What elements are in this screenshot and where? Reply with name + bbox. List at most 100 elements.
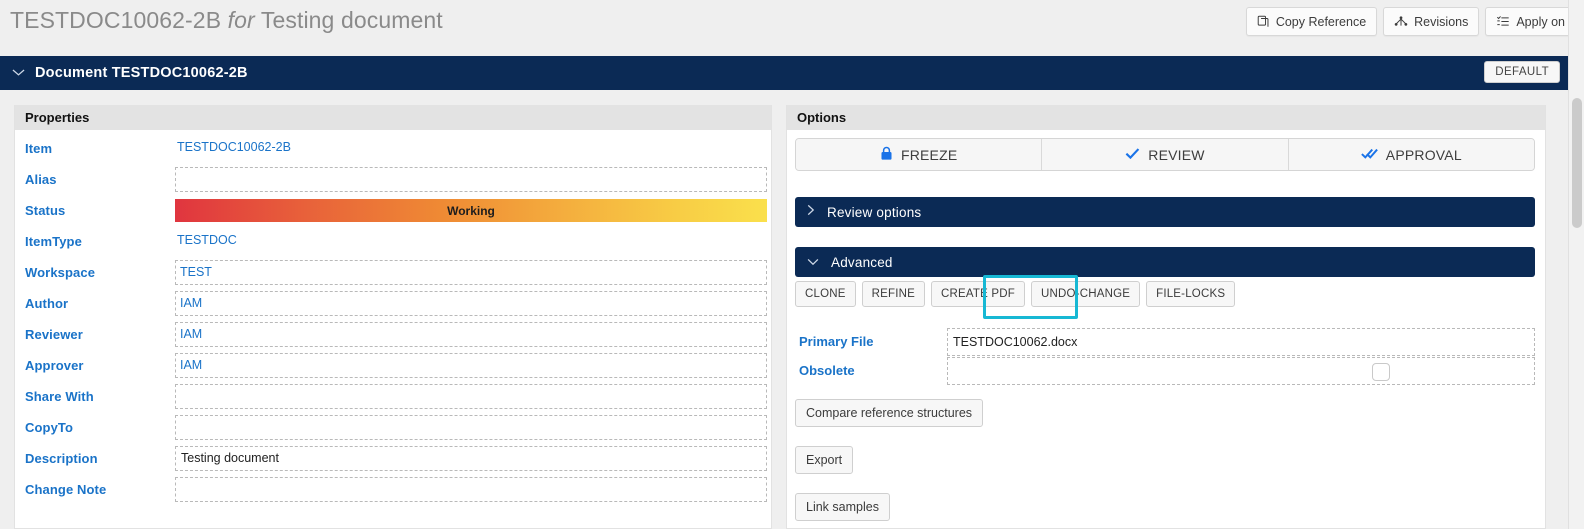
property-value: Testing document	[181, 451, 279, 465]
export-button[interactable]: Export	[795, 446, 854, 474]
advanced-row-obsolete: Obsolete	[795, 357, 1535, 386]
status-value: Working	[447, 203, 495, 218]
freeze-button[interactable]: FREEZE	[796, 139, 1042, 170]
property-value-field[interactable]	[175, 477, 767, 502]
property-value: TEST	[180, 265, 212, 279]
property-row-reviewer: Reviewer IAM	[15, 320, 771, 350]
primary-file-value: TESTDOC10062.docx	[953, 335, 1078, 349]
copy-reference-label: Copy Reference	[1275, 14, 1367, 29]
freeze-label: FREEZE	[900, 146, 958, 163]
revisions-label: Revisions	[1414, 14, 1469, 29]
property-label: Description	[25, 451, 98, 466]
properties-panel: Properties Item TESTDOC10062-2B Alias St…	[14, 105, 772, 529]
clone-button[interactable]: CLONE	[795, 281, 856, 307]
workflow-segment-group: FREEZE REVIEW APPROVAL	[795, 138, 1535, 171]
property-row-author: Author IAM	[15, 289, 771, 319]
property-value: TESTDOC10062-2B	[177, 140, 291, 154]
property-value-field[interactable]: Working	[175, 198, 767, 223]
approval-label: APPROVAL	[1385, 146, 1462, 163]
default-badge[interactable]: DEFAULT	[1484, 61, 1560, 83]
property-row-share-with: Share With	[15, 382, 771, 412]
property-label: Approver	[25, 358, 84, 373]
check-icon	[1125, 147, 1140, 163]
apply-on-button[interactable]: Apply on	[1485, 7, 1576, 36]
property-value: IAM	[180, 327, 203, 341]
copy-icon	[1257, 15, 1270, 28]
property-label: CopyTo	[25, 420, 74, 435]
review-button[interactable]: REVIEW	[1041, 139, 1288, 170]
page-title-id: TESTDOC10062-2B	[10, 7, 222, 33]
property-value: IAM	[180, 358, 203, 372]
properties-panel-title: Properties	[15, 105, 771, 130]
undo-change-button[interactable]: UNDO-CHANGE	[1031, 281, 1141, 307]
status-badge: Working	[175, 199, 767, 222]
page-title-name: Testing document	[260, 7, 443, 33]
document-header-bar[interactable]: Document TESTDOC10062-2B DEFAULT	[0, 56, 1584, 90]
approval-button[interactable]: APPROVAL	[1287, 139, 1534, 170]
property-row-itemtype: ItemType TESTDOC	[15, 227, 771, 257]
obsolete-label: Obsolete	[799, 363, 855, 378]
property-value: IAM	[180, 296, 203, 310]
property-row-workspace: Workspace TEST	[15, 258, 771, 288]
apply-on-label: Apply on	[1516, 14, 1565, 29]
property-value-field[interactable]	[175, 384, 767, 409]
property-label: Share With	[25, 389, 94, 404]
property-row-approver: Approver IAM	[15, 351, 771, 381]
compare-reference-structures-button[interactable]: Compare reference structures	[795, 399, 984, 427]
primary-file-label: Primary File	[799, 334, 874, 349]
property-label: Alias	[25, 172, 57, 187]
property-value-field[interactable]: IAM	[175, 291, 767, 316]
advanced-button-row: CLONE REFINE CREATE PDF UNDO-CHANGE FILE…	[795, 281, 1236, 307]
property-row-change-note: Change Note	[15, 475, 771, 505]
review-options-accordion[interactable]: Review options	[795, 197, 1535, 227]
primary-file-field[interactable]: TESTDOC10062.docx	[947, 328, 1535, 356]
property-value-field[interactable]	[175, 167, 767, 192]
scrollbar-thumb[interactable]	[1572, 98, 1582, 228]
property-label: ItemType	[25, 234, 82, 249]
obsolete-field	[947, 357, 1535, 385]
create-pdf-button[interactable]: CREATE PDF	[931, 281, 1025, 307]
page-title-for: for	[227, 7, 255, 33]
property-value-field[interactable]: TESTDOC10062-2B	[175, 136, 767, 161]
property-label: Status	[25, 203, 66, 218]
chevron-right-icon	[807, 203, 815, 221]
property-value-field[interactable]: TEST	[175, 260, 767, 285]
document-title: Document TESTDOC10062-2B	[35, 65, 248, 81]
file-locks-button[interactable]: FILE-LOCKS	[1146, 281, 1236, 307]
page-title: TESTDOC10062-2B for Testing document	[10, 7, 443, 34]
property-label: Change Note	[25, 482, 107, 497]
page-scrollbar[interactable]	[1568, 0, 1584, 529]
advanced-accordion[interactable]: Advanced	[795, 247, 1535, 277]
review-options-label: Review options	[827, 204, 922, 220]
property-value-field[interactable]: TESTDOC	[175, 229, 767, 254]
property-row-status: Status Working	[15, 196, 771, 226]
refine-button[interactable]: REFINE	[861, 281, 925, 307]
advanced-row-primary-file: Primary File TESTDOC10062.docx	[795, 328, 1535, 357]
property-value-field[interactable]: IAM	[175, 322, 767, 347]
property-value-field[interactable]	[175, 415, 767, 440]
review-label: REVIEW	[1148, 146, 1205, 163]
lock-icon	[880, 146, 893, 164]
copy-reference-button[interactable]: Copy Reference	[1245, 7, 1378, 36]
options-panel-title: Options	[787, 105, 1545, 130]
obsolete-checkbox[interactable]	[1372, 363, 1390, 381]
link-samples-button[interactable]: Link samples	[795, 493, 890, 521]
property-label: Item	[25, 141, 53, 156]
advanced-label: Advanced	[831, 254, 893, 270]
property-value: TESTDOC	[177, 233, 237, 247]
list-icon	[1496, 15, 1510, 28]
chevron-down-icon[interactable]	[12, 64, 25, 82]
options-panel: Options FREEZE REVIEW APPROVAL Review op…	[786, 105, 1546, 529]
double-check-icon	[1361, 147, 1378, 163]
property-row-copyto: CopyTo	[15, 413, 771, 443]
property-row-description: Description Testing document	[15, 444, 771, 474]
property-row-item: Item TESTDOC10062-2B	[15, 134, 771, 164]
revisions-button[interactable]: Revisions	[1383, 7, 1480, 36]
property-label: Workspace	[25, 265, 96, 280]
property-label: Reviewer	[25, 327, 83, 342]
property-value-field[interactable]: IAM	[175, 353, 767, 378]
branch-icon	[1394, 15, 1408, 28]
top-bar: TESTDOC10062-2B for Testing document Cop…	[0, 0, 1584, 47]
chevron-down-icon	[807, 253, 819, 271]
property-value-field[interactable]: Testing document	[175, 446, 767, 471]
